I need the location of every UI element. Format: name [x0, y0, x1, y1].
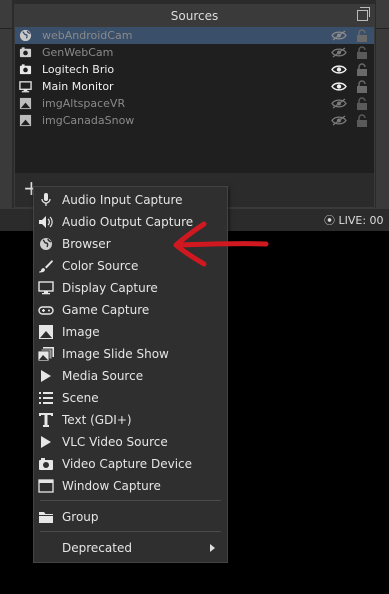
menu-item-label: Display Capture	[62, 281, 158, 295]
eye-icon[interactable]	[331, 64, 347, 75]
globe-icon	[40, 238, 52, 250]
monitor-icon	[19, 81, 32, 93]
unlock-icon[interactable]	[356, 80, 368, 93]
menu-item-display-capture[interactable]: Display Capture	[34, 277, 227, 299]
unlock-icon[interactable]	[356, 114, 368, 127]
microphone-icon	[41, 193, 51, 206]
globe-icon	[19, 29, 32, 42]
source-label: imgAltspaceVR	[42, 97, 126, 110]
folder-icon	[39, 512, 53, 523]
menu-separator	[40, 531, 221, 532]
unlock-icon[interactable]	[356, 97, 368, 110]
monitor-icon	[38, 281, 54, 295]
source-item-webandroidcam[interactable]: webAndroidCam	[15, 27, 374, 44]
eye-hidden-icon[interactable]	[331, 98, 347, 109]
scenes-panel-edge	[0, 0, 12, 208]
eye-icon[interactable]	[331, 81, 347, 92]
image-icon	[19, 97, 32, 110]
menu-item-label: Deprecated	[62, 541, 132, 555]
sources-dock: Sources webAndroidCam GenWebCam Logitech…	[14, 4, 375, 208]
menu-item-label: Text (GDI+)	[62, 413, 132, 427]
unlock-icon[interactable]	[356, 46, 368, 59]
image-icon	[19, 114, 32, 127]
menu-item-video-capture-device[interactable]: Video Capture Device	[34, 453, 227, 475]
menu-item-label: Group	[62, 510, 99, 524]
list-icon	[39, 392, 53, 404]
sources-title-label: Sources	[170, 9, 219, 23]
menu-item-label: Video Capture Device	[62, 457, 193, 471]
menu-item-scene[interactable]: Scene	[34, 387, 227, 409]
live-status: ⦿ LIVE: 00	[324, 212, 384, 228]
brush-icon	[39, 260, 53, 273]
menu-item-label: Audio Input Capture	[62, 193, 183, 207]
source-item-genwebcam[interactable]: GenWebCam	[15, 44, 374, 61]
text-icon	[39, 413, 53, 427]
menu-item-vlc-video-source[interactable]: VLC Video Source	[34, 431, 227, 453]
menu-item-group[interactable]: Group	[34, 506, 227, 528]
menu-item-image[interactable]: Image	[34, 321, 227, 343]
menu-item-text-gdi[interactable]: Text (GDI+)	[34, 409, 227, 431]
source-label: Logitech Brio	[42, 63, 115, 76]
submenu-arrow-icon	[210, 544, 215, 552]
play-icon	[41, 370, 51, 382]
menu-item-label: Window Capture	[62, 479, 161, 493]
menu-item-audio-input-capture[interactable]: Audio Input Capture	[34, 189, 227, 211]
source-label: GenWebCam	[42, 46, 114, 59]
sources-dock-title: Sources	[15, 5, 374, 27]
live-label: LIVE: 00	[338, 214, 384, 227]
image-icon	[39, 325, 53, 339]
menu-item-game-capture[interactable]: Game Capture	[34, 299, 227, 321]
menu-separator	[40, 500, 221, 501]
eye-hidden-icon[interactable]	[331, 115, 347, 126]
source-item-imgaltspacevr[interactable]: imgAltspaceVR	[15, 95, 374, 112]
source-label: Main Monitor	[42, 80, 114, 93]
unlock-icon[interactable]	[356, 63, 368, 76]
live-icon: ⦿	[324, 214, 339, 227]
gamepad-icon	[38, 306, 54, 315]
camera-icon	[39, 458, 53, 470]
menu-item-label: Browser	[62, 237, 111, 251]
menu-item-label: Game Capture	[62, 303, 150, 317]
menu-item-label: VLC Video Source	[62, 435, 168, 449]
window-icon	[38, 479, 54, 493]
menu-item-window-capture[interactable]: Window Capture	[34, 475, 227, 497]
source-item-main-monitor[interactable]: Main Monitor	[15, 78, 374, 95]
source-label: imgCanadaSnow	[42, 114, 135, 127]
menu-item-label: Color Source	[62, 259, 139, 273]
eye-hidden-icon[interactable]	[331, 47, 347, 58]
speaker-icon	[39, 216, 53, 228]
menu-item-image-slide-show[interactable]: Image Slide Show	[34, 343, 227, 365]
unlock-icon[interactable]	[356, 29, 368, 42]
camera-icon	[19, 64, 32, 75]
source-item-imgcanadasnow[interactable]: imgCanadaSnow	[15, 112, 374, 129]
undock-icon[interactable]	[357, 7, 370, 21]
menu-item-label: Image Slide Show	[62, 347, 169, 361]
audio-mixer-panel-edge	[376, 0, 389, 208]
eye-hidden-icon[interactable]	[331, 30, 347, 41]
annotation-arrow-icon	[173, 221, 269, 267]
menu-item-label: Media Source	[62, 369, 144, 383]
menu-item-label: Scene	[62, 391, 99, 405]
slideshow-icon	[38, 347, 54, 361]
source-item-logitech-brio[interactable]: Logitech Brio	[15, 61, 374, 78]
menu-item-deprecated[interactable]: Deprecated	[34, 537, 227, 559]
play-icon	[41, 436, 51, 448]
source-label: webAndroidCam	[42, 29, 133, 42]
camera-icon	[19, 47, 32, 58]
menu-item-label: Image	[62, 325, 100, 339]
menu-item-media-source[interactable]: Media Source	[34, 365, 227, 387]
sources-list[interactable]: webAndroidCam GenWebCam Logitech Brio Ma…	[15, 27, 374, 173]
